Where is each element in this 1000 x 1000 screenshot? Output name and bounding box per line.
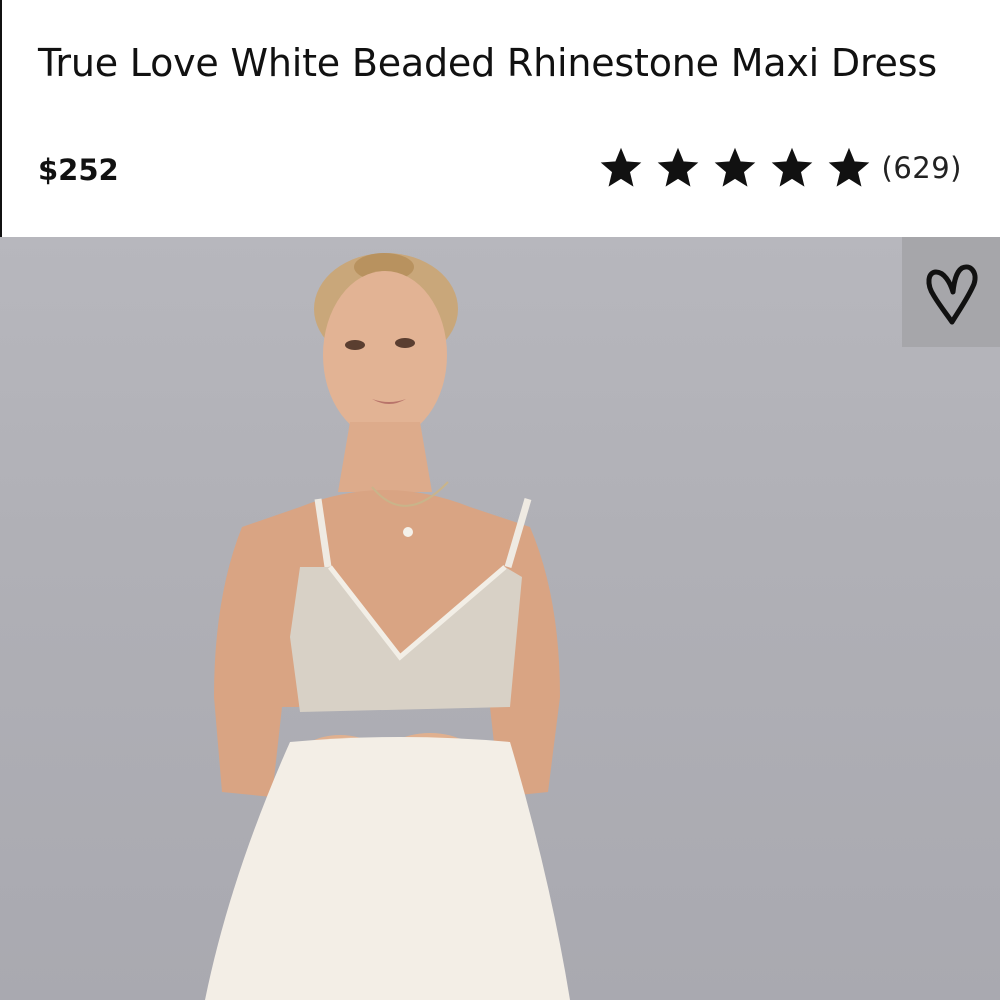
- right-eye-shape: [395, 338, 415, 348]
- star-icon: [600, 147, 641, 187]
- neck-shape: [338, 422, 432, 492]
- left-eye-shape: [345, 340, 365, 350]
- favorite-button[interactable]: [902, 237, 1000, 347]
- product-price: $252: [38, 153, 119, 187]
- heart-icon: [926, 264, 978, 325]
- product-title: True Love White Beaded Rhinestone Maxi D…: [38, 41, 937, 85]
- product-rating[interactable]: (629): [600, 144, 962, 192]
- star-icon: [714, 147, 755, 187]
- product-photo[interactable]: [0, 237, 1000, 1000]
- rating-stars: [600, 147, 870, 189]
- star-icon: [771, 147, 812, 187]
- model-in-dress-image: [205, 253, 570, 1000]
- star-icon: [828, 147, 869, 187]
- review-count[interactable]: (629): [882, 151, 962, 185]
- necklace-pendant-shape: [403, 527, 413, 537]
- star-icon: [657, 147, 698, 187]
- product-header: True Love White Beaded Rhinestone Maxi D…: [0, 0, 1000, 237]
- face-shape: [323, 271, 447, 439]
- left-edge-rule: [0, 0, 2, 237]
